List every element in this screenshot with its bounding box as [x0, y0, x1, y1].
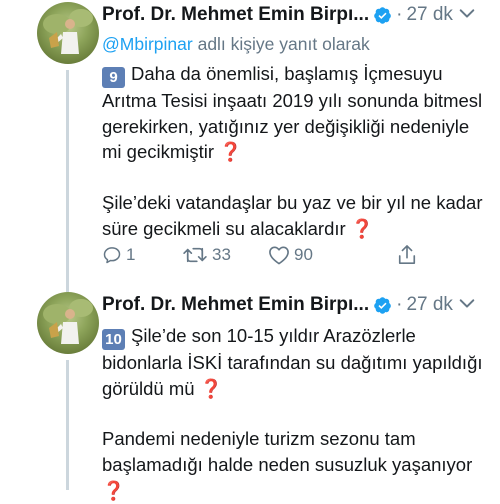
author-name[interactable]: Prof. Dr. Mehmet Emin Birpı... — [102, 294, 369, 316]
tweet-paragraph: Pandemi nedeniyle turizm sezonu tam başl… — [102, 426, 490, 503]
reply-context: @Mbirpinar adlı kişiye yanıt olarak — [102, 31, 490, 57]
like-count: 90 — [294, 245, 313, 264]
tweet-header: Prof. Dr. Mehmet Emin Birpı... · 27 dk — [102, 0, 490, 30]
retweet-button[interactable]: 33 — [182, 242, 231, 268]
avatar[interactable] — [37, 2, 99, 64]
question-mark-emoji: ❓ — [219, 141, 243, 163]
tweet-paragraph: Şile’deki vatandaşlar bu yaz ve bir yıl … — [102, 190, 490, 241]
tweet-paragraph: 10 Şile’de son 10-15 yıldır Arazözlerle b… — [102, 323, 490, 401]
question-mark-emoji: ❓ — [350, 217, 374, 239]
number-keycap: 9 — [102, 67, 125, 88]
share-icon — [398, 245, 416, 264]
question-mark-emoji: ❓ — [102, 479, 126, 501]
reply-icon — [103, 247, 121, 264]
number-keycap: 10 — [102, 329, 125, 350]
tweet-paragraph-text: Şile’de son 10-15 yıldır Arazözlerle bid… — [102, 325, 483, 399]
tweet-paragraph-text: Daha da önemlisi, başlamış İçmesuyu Arıt… — [102, 63, 483, 163]
verified-badge-icon — [374, 6, 391, 24]
reply-count: 1 — [126, 245, 136, 264]
avatar-photo-icon — [43, 299, 93, 344]
tweet-paragraph-text: Şile’deki vatandaşlar bu yaz ve bir yıl … — [102, 192, 483, 239]
chevron-down-icon[interactable] — [458, 4, 476, 22]
reply-handle-link[interactable]: @Mbirpinar — [102, 34, 193, 54]
verified-badge-icon — [374, 296, 391, 314]
retweet-icon — [183, 247, 207, 263]
separator: · — [396, 4, 403, 25]
retweet-count: 33 — [212, 245, 231, 264]
thread-line — [66, 70, 69, 292]
question-mark-emoji: ❓ — [199, 377, 223, 399]
separator: · — [396, 294, 403, 315]
tweet-paragraph: 9 Daha da önemlisi, başlamış İçmesuyu Arı… — [102, 61, 490, 165]
tweet-header: Prof. Dr. Mehmet Emin Birpı... · 27 dk — [102, 290, 490, 320]
timestamp[interactable]: 27 dk — [406, 294, 452, 316]
tweet-text: 10 Şile’de son 10-15 yıldır Arazözlerle b… — [102, 323, 490, 504]
avatar[interactable] — [37, 292, 99, 354]
reply-context-text: adlı kişiye yanıt olarak — [192, 34, 370, 54]
avatar-photo-icon — [43, 9, 93, 54]
timestamp[interactable]: 27 dk — [406, 4, 452, 26]
chevron-down-icon[interactable] — [458, 294, 476, 312]
author-name[interactable]: Prof. Dr. Mehmet Emin Birpı... — [102, 4, 369, 26]
tweet[interactable]: Prof. Dr. Mehmet Emin Birpı... · 27 dk 1… — [0, 290, 500, 501]
tweet-actions: 1 33 90 — [102, 242, 432, 268]
tweet-paragraph-text: Pandemi nedeniyle turizm sezonu tam başl… — [102, 428, 473, 476]
tweet[interactable]: Prof. Dr. Mehmet Emin Birpı... · 27 dk @… — [0, 0, 500, 292]
thread-line — [66, 360, 69, 490]
tweet-text: 9 Daha da önemlisi, başlamış İçmesuyu Arı… — [102, 61, 490, 242]
like-icon — [269, 246, 289, 265]
like-button[interactable]: 90 — [268, 242, 313, 268]
share-button[interactable] — [397, 242, 417, 268]
reply-button[interactable]: 1 — [102, 242, 135, 268]
